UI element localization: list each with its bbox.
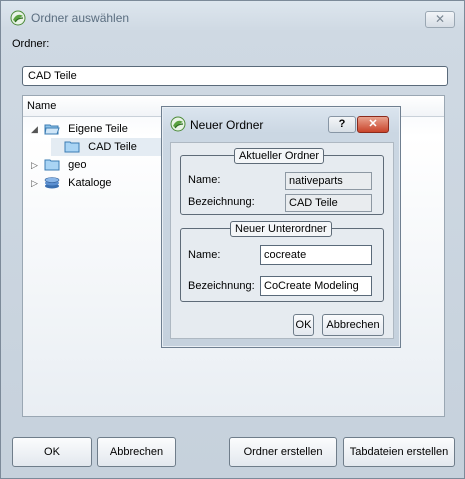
dialog-title: Neuer Ordner	[190, 118, 264, 132]
app-logo-icon	[170, 116, 186, 132]
window-close-button[interactable]: ✕	[425, 11, 455, 28]
name-label: Name:	[188, 249, 221, 261]
new-name-input[interactable]: cocreate	[260, 245, 372, 265]
create-folder-button[interactable]: Ordner erstellen	[229, 437, 337, 467]
dialog-content: Aktueller Ordner Name: nativeparts Bezei…	[170, 142, 394, 339]
app-logo-icon	[10, 10, 26, 26]
tree-item-kataloge[interactable]: ▷ Kataloge	[31, 174, 112, 192]
new-description-input[interactable]: CoCreate Modeling	[260, 276, 372, 296]
current-folder-group: Aktueller Ordner Name: nativeparts Bezei…	[180, 148, 384, 215]
dialog-cancel-button[interactable]: Abbrechen	[322, 314, 384, 336]
catalog-icon	[44, 177, 60, 189]
ok-button[interactable]: OK	[12, 437, 92, 467]
folder-path-input[interactable]: CAD Teile	[22, 66, 448, 86]
tree-item-label: Kataloge	[68, 177, 112, 189]
new-subfolder-group: Neuer Unterordner Name: cocreate Bezeich…	[180, 221, 384, 302]
tree-item-label: CAD Teile	[88, 141, 137, 153]
group-title: Aktueller Ordner	[234, 148, 325, 164]
new-folder-dialog: Neuer Ordner ? ✕ Aktueller Ordner Name: …	[161, 106, 401, 348]
tree-item-geo[interactable]: ▷ geo	[31, 156, 86, 174]
current-description-field: CAD Teile	[285, 194, 372, 212]
cancel-button[interactable]: Abbrechen	[97, 437, 176, 467]
description-label: Bezeichnung:	[188, 280, 255, 292]
title-bar: Ordner auswählen ✕	[1, 1, 464, 33]
expand-arrow-icon[interactable]: ▷	[31, 174, 41, 192]
window-title: Ordner auswählen	[31, 11, 130, 25]
folder-icon	[64, 141, 80, 153]
folder-open-icon	[44, 124, 60, 135]
current-name-field: nativeparts	[285, 172, 372, 190]
tree-item-label: geo	[68, 159, 87, 171]
expand-arrow-icon[interactable]: ▷	[31, 156, 41, 174]
tree-item-eigene-teile[interactable]: ◢ Eigene Teile	[31, 120, 128, 138]
tree-item-label: Eigene Teile	[68, 123, 128, 135]
help-button[interactable]: ?	[328, 116, 356, 133]
dialog-ok-button[interactable]: OK	[293, 314, 314, 336]
collapse-arrow-icon[interactable]: ◢	[31, 120, 41, 138]
create-table-files-button[interactable]: Tabdateien erstellen	[343, 437, 455, 467]
tree-item-cad-teile[interactable]: CAD Teile	[51, 138, 163, 156]
column-name-label: Name	[27, 100, 57, 112]
group-title: Neuer Unterordner	[230, 221, 332, 237]
folder-icon	[44, 159, 60, 171]
description-label: Bezeichnung:	[188, 196, 255, 208]
dialog-close-button[interactable]: ✕	[357, 116, 389, 133]
name-label: Name:	[188, 174, 221, 186]
folder-label: Ordner:	[12, 38, 50, 50]
